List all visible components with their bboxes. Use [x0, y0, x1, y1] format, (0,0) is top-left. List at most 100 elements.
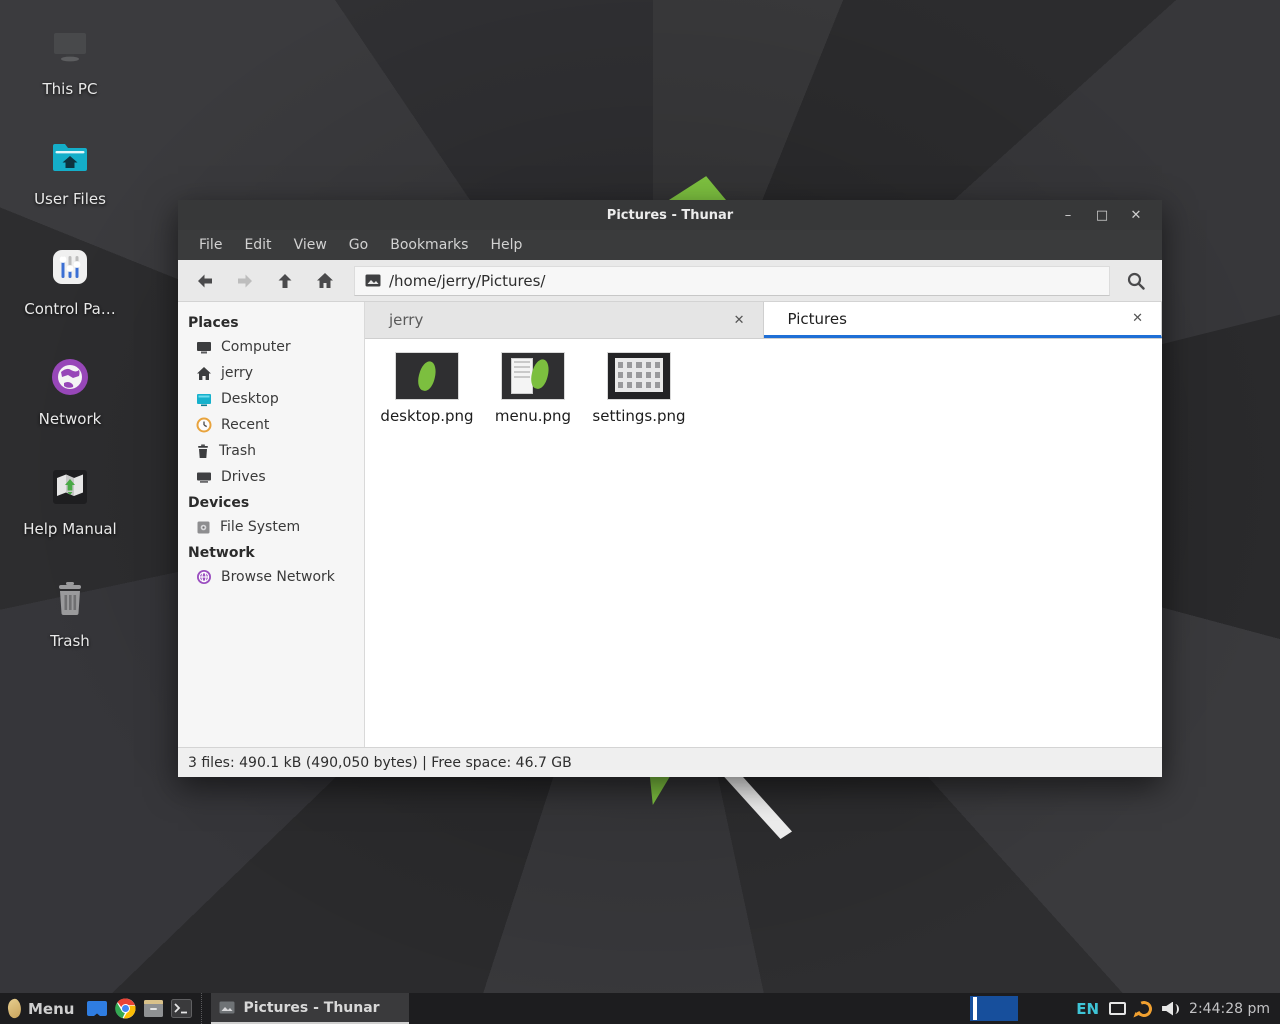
- drive-icon: [196, 470, 212, 484]
- desktop-icon-this-pc[interactable]: This PC: [0, 24, 140, 98]
- status-bar: 3 files: 490.1 kB (490,050 bytes) | Free…: [178, 747, 1162, 777]
- file-name: settings.png: [591, 407, 687, 425]
- file-list[interactable]: desktop.png menu.png: [365, 339, 1162, 747]
- sidebar-item-browse-network[interactable]: Browse Network: [178, 564, 364, 590]
- window-title: Pictures - Thunar: [178, 208, 1162, 223]
- file-manager-launcher[interactable]: [139, 993, 167, 1024]
- close-button[interactable]: ✕: [1122, 200, 1150, 230]
- system-tray: EN 2:44:28 pm: [970, 993, 1280, 1024]
- update-notifier-icon[interactable]: [1134, 998, 1155, 1019]
- tab-close-icon[interactable]: ✕: [1128, 309, 1147, 328]
- desktop-icon-label: This PC: [0, 80, 140, 98]
- file-menu-png[interactable]: menu.png: [485, 353, 581, 425]
- computer-icon: [196, 340, 212, 355]
- sidebar-item-label: File System: [220, 519, 300, 535]
- search-button[interactable]: [1118, 264, 1154, 298]
- desktop-icon-user-files[interactable]: User Files: [0, 134, 140, 208]
- toolbar: /home/jerry/Pictures/: [178, 260, 1162, 302]
- thumbnail-logo-shape: [416, 360, 439, 393]
- tab-label: jerry: [389, 311, 730, 329]
- workspace-1[interactable]: [973, 997, 977, 1020]
- minimize-button[interactable]: –: [1054, 200, 1082, 230]
- menubar: File Edit View Go Bookmarks Help: [178, 230, 1162, 260]
- computer-icon: [47, 24, 93, 70]
- distro-logo-icon: [6, 998, 23, 1019]
- desktop-icon: [196, 392, 212, 407]
- image-icon: [219, 1001, 235, 1014]
- menu-button-label: Menu: [28, 1000, 74, 1018]
- arrow-left-icon: [196, 273, 214, 289]
- help-manual-icon: [47, 464, 93, 510]
- thumbnail-settings-panel: [615, 358, 663, 392]
- sidebar-item-jerry[interactable]: jerry: [178, 360, 364, 386]
- desktop-icon-network[interactable]: Network: [0, 354, 140, 428]
- path-bar[interactable]: /home/jerry/Pictures/: [354, 266, 1110, 296]
- sidebar-item-recent[interactable]: Recent: [178, 412, 364, 438]
- desktop-icon-trash[interactable]: Trash: [0, 576, 140, 650]
- arrow-up-icon: [277, 272, 293, 290]
- network-globe-icon: [47, 354, 93, 400]
- titlebar[interactable]: Pictures - Thunar – □ ✕: [178, 200, 1162, 230]
- file-desktop-png[interactable]: desktop.png: [379, 353, 475, 425]
- tab-bar: jerry ✕ Pictures ✕: [365, 302, 1162, 339]
- taskbar-separator: [201, 993, 207, 1024]
- search-icon: [1126, 271, 1146, 291]
- control-panel-icon: [47, 244, 93, 290]
- menu-bookmarks[interactable]: Bookmarks: [379, 230, 479, 260]
- terminal-launcher[interactable]: [167, 993, 195, 1024]
- tab-jerry[interactable]: jerry ✕: [365, 302, 764, 338]
- wallpaper-logo-blade: [720, 777, 792, 839]
- sidebar-item-label: Drives: [221, 469, 266, 485]
- sidebar-item-label: jerry: [221, 365, 253, 381]
- menu-edit[interactable]: Edit: [233, 230, 282, 260]
- sidebar-item-trash[interactable]: Trash: [178, 438, 364, 464]
- image-icon: [365, 274, 381, 287]
- file-settings-png[interactable]: settings.png: [591, 353, 687, 425]
- window-controls: – □ ✕: [1054, 200, 1150, 230]
- desktop-icon-label: Control Pa…: [0, 300, 140, 318]
- file-name: desktop.png: [379, 407, 475, 425]
- up-button[interactable]: [266, 264, 304, 298]
- sidebar-item-file-system[interactable]: File System: [178, 514, 364, 540]
- globe-icon: [196, 569, 212, 585]
- desktop-icon-control-panel[interactable]: Control Pa…: [0, 244, 140, 318]
- wallpaper-logo-sliver: [648, 777, 672, 805]
- home-icon: [196, 366, 212, 381]
- taskbar-window-button[interactable]: Pictures - Thunar: [211, 993, 409, 1024]
- sidebar-header-devices: Devices: [178, 490, 364, 514]
- workspace-switcher[interactable]: [970, 996, 1018, 1021]
- desktop-icon-help-manual[interactable]: Help Manual: [0, 464, 140, 538]
- tab-close-icon[interactable]: ✕: [730, 311, 749, 330]
- sidebar-item-desktop[interactable]: Desktop: [178, 386, 364, 412]
- back-button[interactable]: [186, 264, 224, 298]
- chrome-launcher[interactable]: [111, 993, 139, 1024]
- menu-help[interactable]: Help: [479, 230, 533, 260]
- applications-menu-button[interactable]: Menu: [0, 993, 83, 1024]
- thumbnail-menu-panel: [511, 358, 533, 394]
- status-text: 3 files: 490.1 kB (490,050 bytes) | Free…: [188, 755, 572, 771]
- menu-file[interactable]: File: [188, 230, 233, 260]
- maximize-button[interactable]: □: [1088, 200, 1116, 230]
- file-thumbnail: [502, 353, 564, 399]
- trash-icon: [196, 444, 210, 459]
- home-folder-icon: [47, 134, 93, 180]
- show-desktop-button[interactable]: [83, 993, 111, 1024]
- home-button[interactable]: [306, 264, 344, 298]
- clock[interactable]: 2:44:28 pm: [1189, 1001, 1270, 1017]
- sidebar-item-drives[interactable]: Drives: [178, 464, 364, 490]
- arrow-right-icon: [236, 273, 254, 289]
- sidebar-item-computer[interactable]: Computer: [178, 334, 364, 360]
- keyboard-layout-indicator[interactable]: EN: [1076, 1000, 1099, 1018]
- sidebar-header-places: Places: [178, 310, 364, 334]
- menu-view[interactable]: View: [283, 230, 338, 260]
- sidebar: Places Computer jerry Desktop: [178, 302, 365, 747]
- tab-pictures[interactable]: Pictures ✕: [764, 302, 1163, 338]
- forward-button[interactable]: [226, 264, 264, 298]
- window-body: Places Computer jerry Desktop: [178, 302, 1162, 747]
- menu-go[interactable]: Go: [338, 230, 379, 260]
- display-settings-icon[interactable]: [1109, 1002, 1126, 1015]
- content-pane: jerry ✕ Pictures ✕ desktop.png: [365, 302, 1162, 747]
- volume-icon[interactable]: [1162, 1002, 1179, 1016]
- desktop-icon-label: Network: [0, 410, 140, 428]
- desktop-icon-label: Trash: [0, 632, 140, 650]
